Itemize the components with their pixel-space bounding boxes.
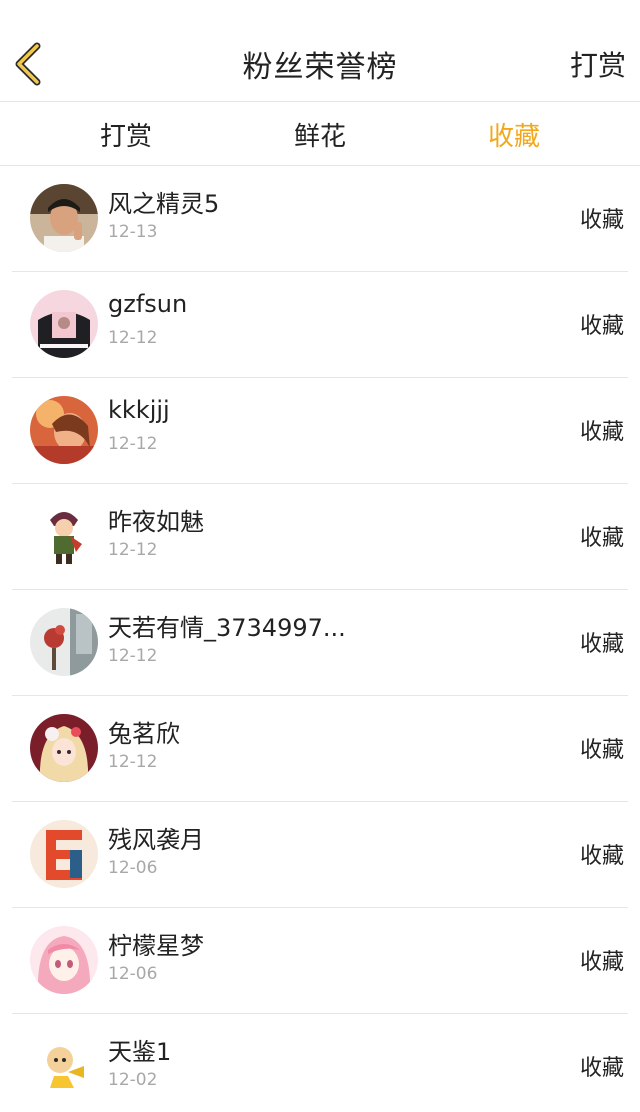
page-title: 粉丝荣誉榜 bbox=[242, 50, 398, 85]
list-item[interactable]: 残风袭月 12-06 收藏 bbox=[12, 802, 628, 908]
avatar bbox=[30, 608, 98, 676]
fan-name: 昨夜如魅 bbox=[108, 508, 204, 536]
avatar bbox=[30, 926, 98, 994]
fan-date: 12-06 bbox=[108, 858, 158, 878]
fan-date: 12-13 bbox=[108, 222, 158, 242]
avatar bbox=[30, 1032, 98, 1100]
avatar bbox=[30, 290, 98, 358]
type-label: 收藏 bbox=[579, 420, 624, 445]
fan-name: 残风袭月 bbox=[108, 826, 204, 854]
type-label: 收藏 bbox=[579, 208, 624, 233]
avatar bbox=[30, 184, 98, 252]
list-item[interactable]: 天鉴1 12-02 收藏 bbox=[12, 1014, 628, 1112]
list-item[interactable]: 兔茗欣 12-12 收藏 bbox=[12, 696, 628, 802]
tab-flowers[interactable]: 鲜花 bbox=[260, 116, 380, 153]
fan-name: 风之精灵5 bbox=[108, 190, 220, 218]
fan-name: 兔茗欣 bbox=[108, 720, 180, 748]
fan-date: 12-02 bbox=[108, 1070, 158, 1090]
type-label: 收藏 bbox=[579, 314, 624, 339]
fan-date: 12-12 bbox=[108, 752, 158, 772]
nav-bar: 粉丝荣誉榜 打赏 bbox=[0, 0, 640, 102]
tab-reward[interactable]: 打赏 bbox=[66, 116, 186, 153]
avatar bbox=[30, 714, 98, 782]
tab-bar: 打赏 鲜花 收藏 bbox=[0, 102, 640, 166]
list-item[interactable]: gzfsun 12-12 收藏 bbox=[12, 272, 628, 378]
type-label: 收藏 bbox=[579, 738, 624, 763]
fan-list: 风之精灵5 12-13 收藏 gzfsun 12-12 收藏 kkkjjj 12… bbox=[0, 166, 640, 1112]
fan-date: 12-06 bbox=[108, 964, 158, 984]
avatar bbox=[30, 502, 98, 570]
fan-name: gzfsun bbox=[108, 290, 188, 318]
fan-name: 天若有情_3734997... bbox=[108, 614, 346, 642]
list-item[interactable]: 风之精灵5 12-13 收藏 bbox=[12, 166, 628, 272]
fan-name: kkkjjj bbox=[108, 396, 170, 424]
fan-date: 12-12 bbox=[108, 540, 158, 560]
type-label: 收藏 bbox=[579, 632, 624, 657]
fan-name: 柠檬星梦 bbox=[108, 932, 204, 960]
list-item[interactable]: 天若有情_3734997... 12-12 收藏 bbox=[12, 590, 628, 696]
avatar bbox=[30, 820, 98, 888]
fan-date: 12-12 bbox=[108, 328, 158, 348]
list-item[interactable]: 柠檬星梦 12-06 收藏 bbox=[12, 908, 628, 1014]
type-label: 收藏 bbox=[579, 526, 624, 551]
type-label: 收藏 bbox=[579, 950, 624, 975]
fan-date: 12-12 bbox=[108, 434, 158, 454]
tab-favorites[interactable]: 收藏 bbox=[454, 116, 574, 153]
list-item[interactable]: 昨夜如魅 12-12 收藏 bbox=[12, 484, 628, 590]
fan-name: 天鉴1 bbox=[108, 1038, 172, 1066]
avatar bbox=[30, 396, 98, 464]
list-item[interactable]: kkkjjj 12-12 收藏 bbox=[12, 378, 628, 484]
reward-button[interactable]: 打赏 bbox=[570, 44, 626, 84]
type-label: 收藏 bbox=[579, 1056, 624, 1081]
fan-date: 12-12 bbox=[108, 646, 158, 666]
type-label: 收藏 bbox=[579, 844, 624, 869]
